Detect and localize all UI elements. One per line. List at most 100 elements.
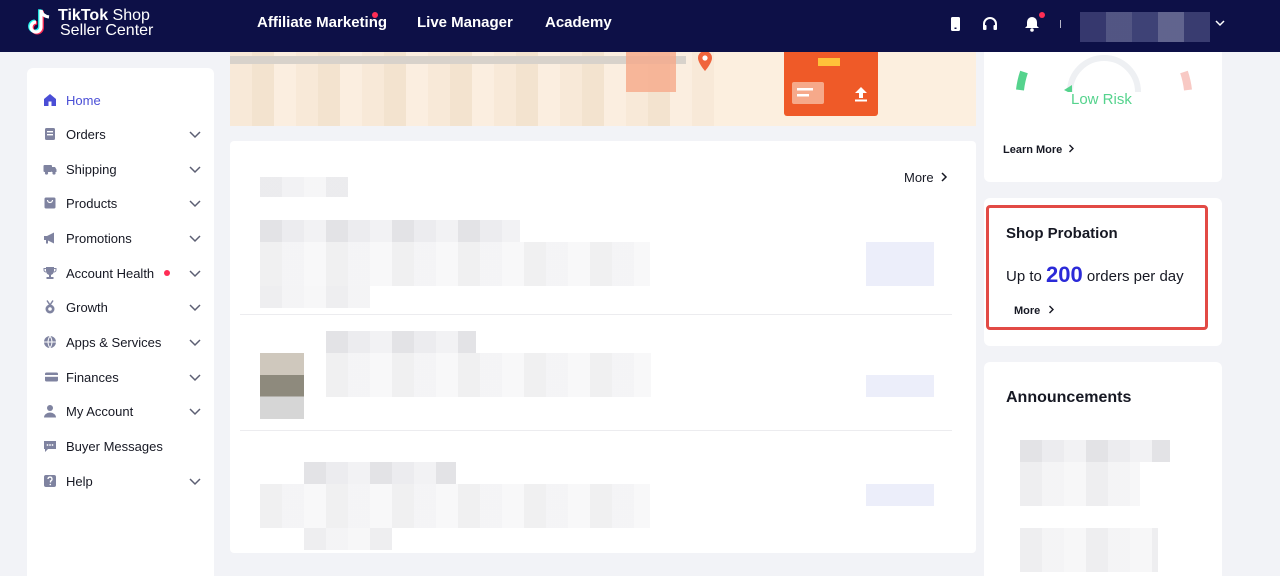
sidebar-item-account-health[interactable]: Account Health — [27, 258, 214, 288]
nav-academy[interactable]: Academy — [545, 14, 612, 31]
main-content-panel: More — [230, 141, 976, 553]
list-item-action-redacted[interactable] — [866, 242, 934, 286]
more-label: More — [904, 170, 934, 185]
sidebar-item-label: Products — [66, 195, 118, 211]
nav-affiliate-marketing[interactable]: Affiliate Marketing — [257, 14, 387, 31]
affiliate-marketing-badge — [372, 12, 378, 18]
sidebar-item-promotions[interactable]: Promotions — [27, 223, 214, 253]
list-item-redacted[interactable] — [304, 528, 392, 550]
trophy-icon — [43, 267, 57, 279]
chevron-down-icon — [189, 235, 201, 243]
divider — [240, 314, 952, 315]
promo-banner[interactable] — [230, 52, 976, 126]
account-name-redacted[interactable] — [1080, 12, 1210, 42]
list-item-action-redacted[interactable] — [866, 484, 934, 506]
home-icon — [44, 94, 56, 106]
tiktok-logo-icon — [28, 9, 50, 35]
chevron-down-icon — [189, 131, 201, 139]
upload-arrow-icon — [855, 87, 867, 102]
chat-icon — [44, 441, 56, 452]
section-more-link[interactable]: More — [904, 170, 948, 185]
list-item-redacted[interactable] — [260, 242, 650, 286]
chevron-down-icon — [189, 478, 201, 486]
nav-divider — [1060, 20, 1061, 28]
sidebar-item-apps-services[interactable]: Apps & Services — [27, 327, 214, 357]
sidebar-item-label: My Account — [66, 403, 134, 419]
help-icon — [44, 475, 56, 487]
limit-suffix: orders per day — [1086, 268, 1184, 285]
learn-more-link[interactable]: Learn More — [1003, 144, 1075, 156]
announcement-item-redacted[interactable] — [1020, 528, 1158, 572]
account-health-status: Low Risk — [1071, 91, 1132, 108]
sidebar-item-label: Orders — [66, 126, 106, 142]
list-item-redacted[interactable] — [326, 353, 651, 397]
chevron-down-icon — [189, 166, 201, 174]
learn-more-label: Learn More — [1003, 144, 1063, 156]
announcement-item-redacted[interactable] — [1020, 440, 1170, 462]
list-item-redacted[interactable] — [260, 286, 370, 308]
sidebar: Home Orders Shipping Products Promotions… — [27, 68, 214, 576]
section-title-redacted — [260, 177, 348, 197]
card-icon — [45, 372, 58, 382]
sidebar-item-label: Growth — [66, 299, 108, 315]
sidebar-item-label: Account Health — [66, 265, 155, 281]
sidebar-item-label: Shipping — [66, 161, 117, 177]
chevron-right-icon — [1069, 144, 1075, 153]
bell-icon[interactable] — [1023, 15, 1041, 33]
sidebar-item-orders[interactable]: Orders — [27, 119, 214, 149]
sidebar-item-label: Apps & Services — [66, 334, 162, 350]
sidebar-item-label: Buyer Messages — [66, 438, 163, 454]
sidebar-item-products[interactable]: Products — [27, 188, 214, 218]
list-item-action-redacted[interactable] — [866, 375, 934, 397]
order-limit-value: 200 — [1046, 262, 1083, 287]
globe-icon — [44, 335, 56, 349]
notification-badge — [1039, 12, 1045, 18]
chevron-down-icon — [189, 408, 201, 416]
sidebar-item-buyer-messages[interactable]: Buyer Messages — [27, 431, 214, 461]
announcement-item-redacted[interactable] — [1020, 462, 1140, 506]
user-icon — [44, 405, 56, 418]
megaphone-icon — [44, 232, 54, 244]
account-health-badge — [164, 270, 170, 276]
sidebar-item-label: Home — [66, 92, 101, 108]
list-item-redacted[interactable] — [260, 220, 520, 242]
phone-icon[interactable] — [946, 15, 964, 33]
chevron-right-icon — [1049, 305, 1055, 314]
parcel-box-illustration — [784, 52, 878, 116]
nav-live-manager[interactable]: Live Manager — [417, 14, 513, 31]
list-item-redacted[interactable] — [304, 462, 456, 484]
announcements-title: Announcements — [1006, 389, 1132, 406]
chevron-down-icon — [189, 304, 201, 312]
bag-icon — [44, 197, 56, 209]
list-item-redacted[interactable] — [326, 331, 476, 353]
shop-probation-limit: Up to 200 orders per day — [1006, 262, 1184, 288]
chevron-right-icon — [941, 172, 947, 182]
chevron-down-icon — [189, 374, 201, 382]
brand-subtitle: Seller Center — [60, 22, 154, 39]
headset-icon[interactable] — [981, 15, 999, 33]
sidebar-item-my-account[interactable]: My Account — [27, 396, 214, 426]
banner-stripe — [230, 56, 686, 64]
truck-icon — [43, 165, 57, 175]
sidebar-item-label: Help — [66, 473, 93, 489]
top-navigation-bar: TikTok Shop Seller Center Affiliate Mark… — [0, 0, 1280, 52]
sidebar-item-help[interactable]: Help — [27, 466, 214, 496]
medal-icon — [45, 300, 55, 314]
chevron-down-icon — [189, 200, 201, 208]
sidebar-item-finances[interactable]: Finances — [27, 362, 214, 392]
list-item-redacted[interactable] — [260, 484, 650, 528]
more-label: More — [1014, 305, 1041, 317]
sidebar-item-growth[interactable]: Growth — [27, 292, 214, 322]
chevron-down-icon — [189, 270, 201, 278]
tiktok-shop-logo[interactable]: TikTok Shop Seller Center — [28, 7, 153, 39]
sidebar-item-shipping[interactable]: Shipping — [27, 154, 214, 184]
account-chevron-down-icon[interactable] — [1215, 19, 1225, 27]
sidebar-item-label: Finances — [66, 369, 119, 385]
gift-illustration — [626, 52, 676, 92]
risk-gauge — [1016, 55, 1192, 92]
label-icon — [792, 82, 824, 104]
chevron-down-icon — [189, 339, 201, 347]
sidebar-item-home[interactable]: Home — [27, 85, 214, 115]
shop-probation-more-link[interactable]: More — [1014, 305, 1055, 317]
map-pin-icon — [698, 52, 712, 71]
